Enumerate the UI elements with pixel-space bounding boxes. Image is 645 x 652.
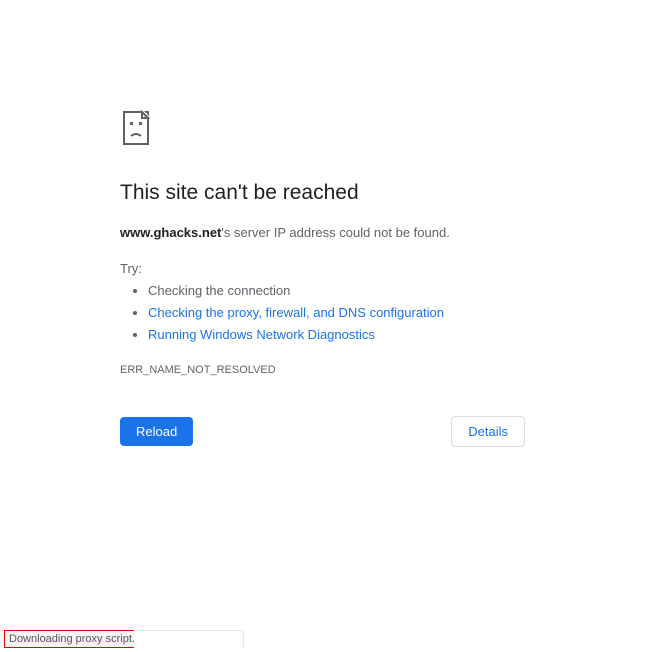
- status-bar: Downloading proxy script...: [4, 630, 146, 648]
- suggestion-link-proxy[interactable]: Checking the proxy, firewall, and DNS co…: [148, 305, 444, 320]
- error-subtitle: www.ghacks.net's server IP address could…: [120, 223, 525, 243]
- sad-page-icon: [120, 110, 525, 151]
- details-button[interactable]: Details: [451, 416, 525, 447]
- status-bar-extension: [134, 630, 244, 648]
- try-label: Try:: [120, 261, 525, 276]
- button-row: Reload Details: [120, 416, 525, 447]
- list-item: Checking the connection: [148, 280, 525, 302]
- list-item: Running Windows Network Diagnostics: [148, 324, 525, 346]
- error-hostname: www.ghacks.net: [120, 225, 221, 240]
- error-subtitle-suffix: 's server IP address could not be found.: [221, 225, 449, 240]
- suggestions-list: Checking the connection Checking the pro…: [120, 280, 525, 346]
- suggestion-text: Checking the connection: [148, 283, 290, 298]
- list-item: Checking the proxy, firewall, and DNS co…: [148, 302, 525, 324]
- reload-button[interactable]: Reload: [120, 417, 193, 446]
- error-title: This site can't be reached: [120, 181, 525, 205]
- error-page-container: This site can't be reached www.ghacks.ne…: [0, 0, 645, 447]
- suggestion-link-diagnostics[interactable]: Running Windows Network Diagnostics: [148, 327, 375, 342]
- error-code: ERR_NAME_NOT_RESOLVED: [120, 364, 525, 376]
